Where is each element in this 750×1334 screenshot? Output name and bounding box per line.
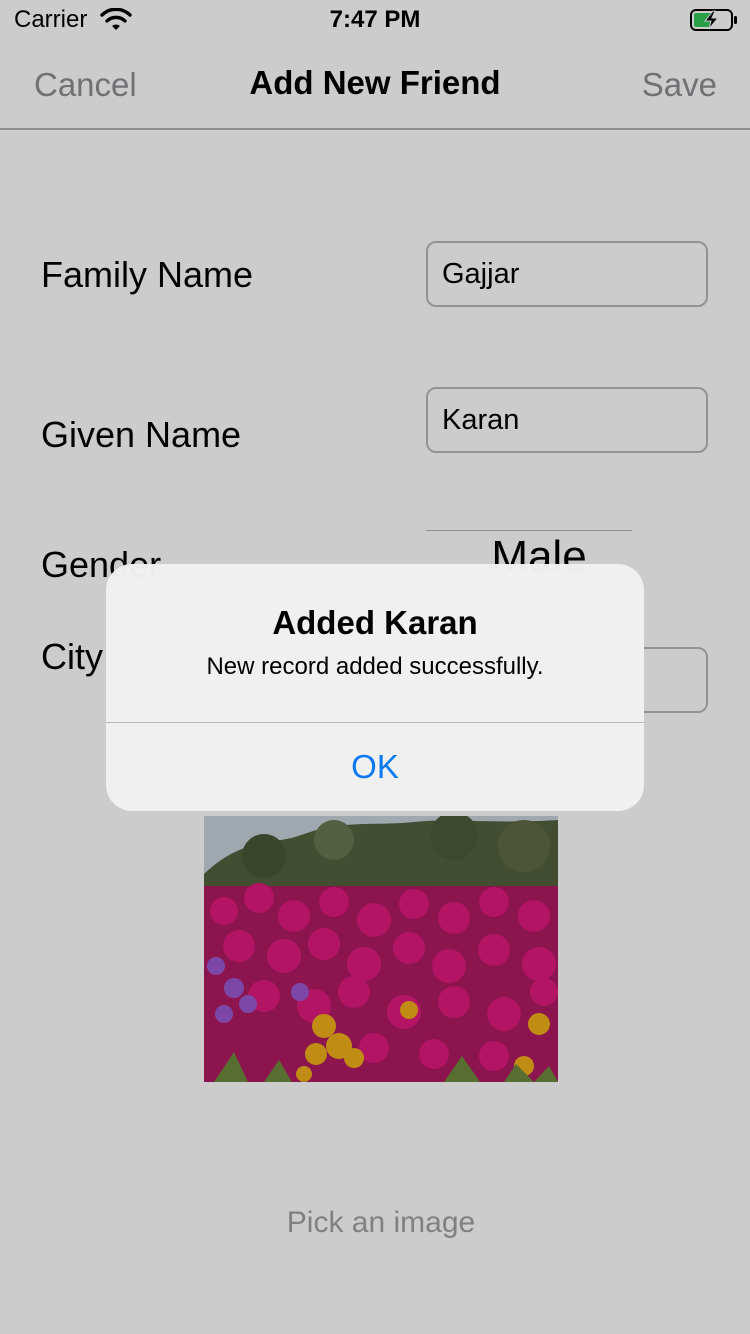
alert-dialog: Added Karan New record added successfull… bbox=[106, 564, 644, 811]
alert-title: Added Karan bbox=[272, 604, 478, 641]
ok-button[interactable]: OK bbox=[106, 723, 644, 811]
alert-message: New record added successfully. bbox=[206, 653, 544, 680]
